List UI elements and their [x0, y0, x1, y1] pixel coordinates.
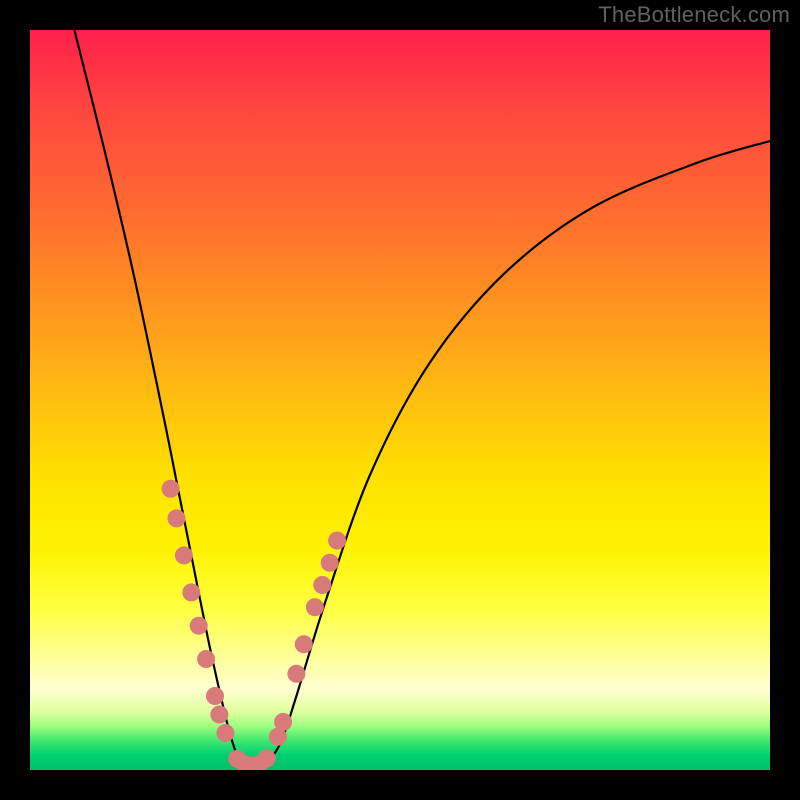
plot-area — [30, 30, 770, 770]
curve-marker — [175, 546, 193, 564]
curve-marker — [162, 480, 180, 498]
chart-canvas: TheBottleneck.com — [0, 0, 800, 800]
curve-marker — [306, 598, 324, 616]
curve-marker — [182, 583, 200, 601]
curve-marker — [274, 713, 292, 731]
watermark-text: TheBottleneck.com — [598, 2, 790, 28]
bottleneck-curve — [74, 30, 770, 766]
curve-marker — [295, 635, 313, 653]
chart-overlay — [30, 30, 770, 770]
curve-marker — [321, 554, 339, 572]
curve-marker — [197, 650, 215, 668]
curve-marker — [216, 724, 234, 742]
curve-marker — [206, 687, 224, 705]
curve-marker — [210, 706, 228, 724]
curve-marker — [313, 576, 331, 594]
curve-marker — [168, 509, 186, 527]
curve-marker — [258, 749, 276, 767]
curve-marker — [190, 617, 208, 635]
curve-marker — [287, 665, 305, 683]
curve-marker — [328, 532, 346, 550]
